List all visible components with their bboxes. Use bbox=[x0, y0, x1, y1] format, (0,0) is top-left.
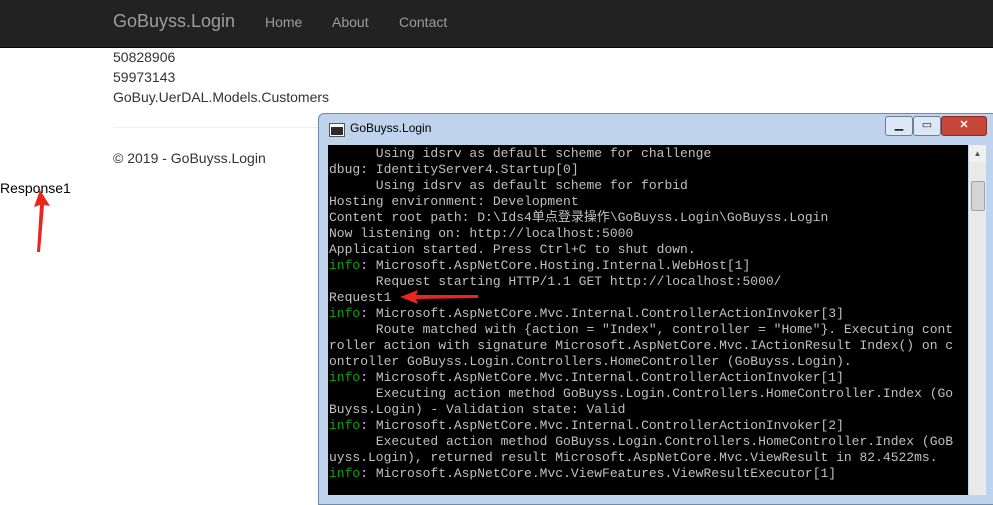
console-window[interactable]: GoBuyss.Login ▁ ▭ ✕ Using idsrv as defau… bbox=[318, 113, 993, 505]
console-app-icon bbox=[329, 123, 345, 137]
console-line: Content root path: D:\Ids4单点登录操作\GoBuyss… bbox=[329, 210, 953, 226]
info-tag: info bbox=[329, 306, 361, 321]
console-line-text: Buyss.Login) - Validation state: Valid bbox=[329, 402, 626, 417]
console-line-text: Request starting HTTP/1.1 GET http://loc… bbox=[329, 274, 782, 289]
console-line-text: : Microsoft.AspNetCore.Mvc.ViewFeatures.… bbox=[360, 466, 837, 481]
console-line: info: Microsoft.AspNetCore.Mvc.ViewFeatu… bbox=[329, 466, 953, 482]
console-line: Route matched with {action = "Index", co… bbox=[329, 322, 953, 338]
console-line-text: Using idsrv as default scheme for forbid bbox=[329, 178, 688, 193]
console-line: info: Microsoft.AspNetCore.Hosting.Inter… bbox=[329, 258, 953, 274]
info-tag: info bbox=[329, 466, 361, 481]
scrollbar-thumb[interactable] bbox=[971, 181, 985, 211]
console-line-text: Hosting environment: Development bbox=[329, 194, 579, 209]
console-line: Executing action method GoBuyss.Login.Co… bbox=[329, 386, 953, 402]
console-line: info: Microsoft.AspNetCore.Mvc.Internal.… bbox=[329, 370, 953, 386]
console-scrollbar[interactable]: ▲ bbox=[969, 145, 986, 495]
console-line-text: Executed action method GoBuyss.Login.Con… bbox=[329, 434, 954, 449]
console-line-text: : Microsoft.AspNetCore.Mvc.Internal.Cont… bbox=[360, 418, 844, 433]
info-tag: info bbox=[329, 418, 361, 433]
console-line: Executed action method GoBuyss.Login.Con… bbox=[329, 434, 953, 450]
nav-link-about[interactable]: About bbox=[332, 14, 369, 30]
console-line-text: Request1 bbox=[329, 290, 392, 305]
content-line-3: GoBuy.UerDAL.Models.Customers bbox=[113, 89, 330, 105]
top-navbar: GoBuyss.Login Home About Contact bbox=[0, 0, 993, 48]
console-line: info: Microsoft.AspNetCore.Mvc.Internal.… bbox=[329, 418, 953, 434]
console-lines: Using idsrv as default scheme for challe… bbox=[329, 146, 953, 482]
console-line-text: Application started. Press Ctrl+C to shu… bbox=[329, 242, 696, 257]
console-line-text: : Microsoft.AspNetCore.Hosting.Internal.… bbox=[360, 258, 751, 273]
console-line: Now listening on: http://localhost:5000 bbox=[329, 226, 953, 242]
nav-link-home[interactable]: Home bbox=[265, 14, 302, 30]
console-line: Hosting environment: Development bbox=[329, 194, 953, 210]
footer-divider bbox=[113, 127, 318, 128]
console-line: Buyss.Login) - Validation state: Valid bbox=[329, 402, 953, 418]
console-line-text: : Microsoft.AspNetCore.Mvc.Internal.Cont… bbox=[360, 370, 844, 385]
console-line-text: dbug: IdentityServer4.Startup[0] bbox=[329, 162, 579, 177]
info-tag: info bbox=[329, 258, 361, 273]
console-line-text: : Microsoft.AspNetCore.Mvc.Internal.Cont… bbox=[360, 306, 844, 321]
scroll-up-icon[interactable]: ▲ bbox=[969, 145, 986, 162]
console-line-text: ontroller GoBuyss.Login.Controllers.Home… bbox=[329, 354, 852, 369]
navbar-brand[interactable]: GoBuyss.Login bbox=[113, 11, 235, 32]
console-line: info: Microsoft.AspNetCore.Mvc.Internal.… bbox=[329, 306, 953, 322]
content-line-2: 59973143 bbox=[113, 69, 176, 85]
console-line-text: Now listening on: http://localhost:5000 bbox=[329, 226, 634, 241]
minimize-button[interactable]: ▁ bbox=[885, 116, 913, 136]
console-line: Using idsrv as default scheme for challe… bbox=[329, 146, 953, 162]
console-line: roller action with signature Microsoft.A… bbox=[329, 338, 953, 354]
console-output: Using idsrv as default scheme for challe… bbox=[328, 145, 968, 495]
console-line: Using idsrv as default scheme for forbid bbox=[329, 178, 953, 194]
content-line-1: 50828906 bbox=[113, 49, 176, 65]
console-line: dbug: IdentityServer4.Startup[0] bbox=[329, 162, 953, 178]
close-button[interactable]: ✕ bbox=[941, 116, 987, 136]
info-tag: info bbox=[329, 370, 361, 385]
console-line-text: Route matched with {action = "Index", co… bbox=[329, 322, 954, 337]
console-line-text: Using idsrv as default scheme for challe… bbox=[329, 146, 712, 161]
console-line-text: uyss.Login), returned result Microsoft.A… bbox=[329, 450, 938, 465]
console-line-text: Content root path: D:\Ids4单点登录操作\GoBuyss… bbox=[329, 210, 829, 225]
console-line: ontroller GoBuyss.Login.Controllers.Home… bbox=[329, 354, 953, 370]
console-line: Application started. Press Ctrl+C to shu… bbox=[329, 242, 953, 258]
console-line-text: roller action with signature Microsoft.A… bbox=[329, 338, 954, 353]
red-arrow-up-icon bbox=[34, 190, 50, 252]
console-line: uyss.Login), returned result Microsoft.A… bbox=[329, 450, 953, 466]
console-line-text: Executing action method GoBuyss.Login.Co… bbox=[329, 386, 954, 401]
red-arrow-left-icon bbox=[400, 290, 478, 304]
console-title: GoBuyss.Login bbox=[350, 121, 432, 135]
footer-copyright: © 2019 - GoBuyss.Login bbox=[113, 150, 266, 166]
maximize-button[interactable]: ▭ bbox=[913, 116, 941, 136]
nav-link-contact[interactable]: Contact bbox=[399, 14, 447, 30]
console-line: Request starting HTTP/1.1 GET http://loc… bbox=[329, 274, 953, 290]
